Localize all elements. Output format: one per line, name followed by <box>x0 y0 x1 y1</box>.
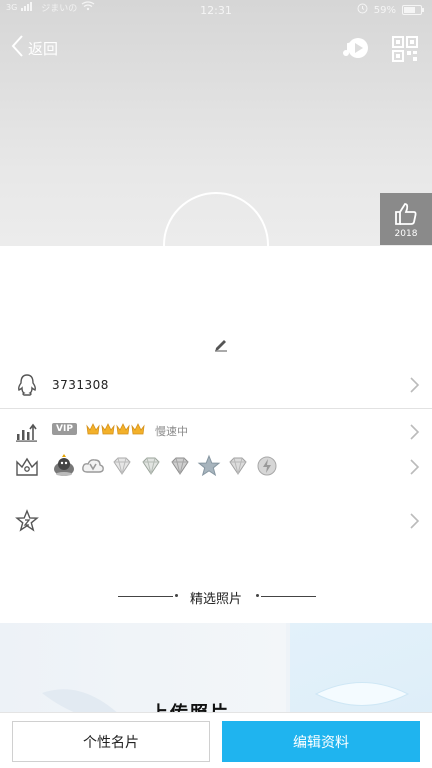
cloud-v-badge[interactable] <box>81 454 105 478</box>
surfboard-icon <box>312 677 412 715</box>
title-line-right <box>261 596 316 597</box>
diamond-badge[interactable] <box>226 454 250 478</box>
music-play-icon[interactable] <box>340 34 370 64</box>
divider <box>0 408 432 409</box>
edit-profile-button[interactable]: 编辑资料 <box>222 721 420 762</box>
crown-outline-icon <box>14 454 40 480</box>
battery-icon <box>402 5 424 15</box>
vip-crowns <box>86 421 145 440</box>
level-up-icon <box>14 419 40 445</box>
profile-card-button[interactable]: 个性名片 <box>12 721 210 762</box>
diamond-badge[interactable] <box>168 454 192 478</box>
vip-speed-status: 慢速中 <box>155 425 188 438</box>
status-bar: 3G ジまいの 12:31 59% <box>0 0 432 22</box>
pencil-icon[interactable] <box>213 336 229 352</box>
back-button[interactable]: 返回 <box>10 34 58 62</box>
qr-code-icon[interactable] <box>390 34 420 64</box>
star-outline-icon <box>14 508 40 534</box>
chevron-left-icon <box>10 34 24 62</box>
chevron-right-icon <box>408 377 420 393</box>
badges-row[interactable] <box>0 454 432 480</box>
battery-percent: 59% <box>373 4 396 16</box>
like-count: 2018 <box>394 229 418 239</box>
photos-section-title: 精选照片 <box>189 592 242 607</box>
badge-list <box>52 454 279 478</box>
vip-crown-icon <box>131 421 145 440</box>
title-dot-right <box>256 594 259 597</box>
chevron-right-icon <box>408 459 420 475</box>
diamond-badge[interactable] <box>110 454 134 478</box>
alarm-icon <box>357 3 368 17</box>
back-label: 返回 <box>28 39 59 58</box>
battery-fill <box>404 7 415 13</box>
qq-number: 3731308 <box>52 378 109 392</box>
status-right: 59% <box>357 3 424 17</box>
penguin-icon <box>14 372 40 398</box>
vip-crown-icon <box>116 421 130 440</box>
star-badge[interactable] <box>197 454 221 478</box>
chevron-right-icon <box>408 513 420 529</box>
bottom-bar: 个性名片 编辑资料 <box>0 712 432 768</box>
thumbs-up-icon <box>393 201 419 231</box>
diamond-badge[interactable] <box>139 454 163 478</box>
qq-penguin-badge[interactable] <box>52 454 76 478</box>
vip-row[interactable]: VIP 慢速中 <box>0 421 432 443</box>
qq-number-row[interactable]: 3731308 <box>0 372 432 398</box>
vip-crown-icon <box>101 421 115 440</box>
vip-crown-icon <box>86 421 100 440</box>
avatar[interactable] <box>163 192 269 246</box>
vip-tag: VIP <box>52 423 77 435</box>
nav-bar: 返回 <box>0 28 432 68</box>
chevron-right-icon <box>408 424 420 440</box>
lightning-badge[interactable] <box>255 454 279 478</box>
star-row[interactable] <box>0 508 432 534</box>
like-button[interactable]: 2018 <box>380 193 432 245</box>
